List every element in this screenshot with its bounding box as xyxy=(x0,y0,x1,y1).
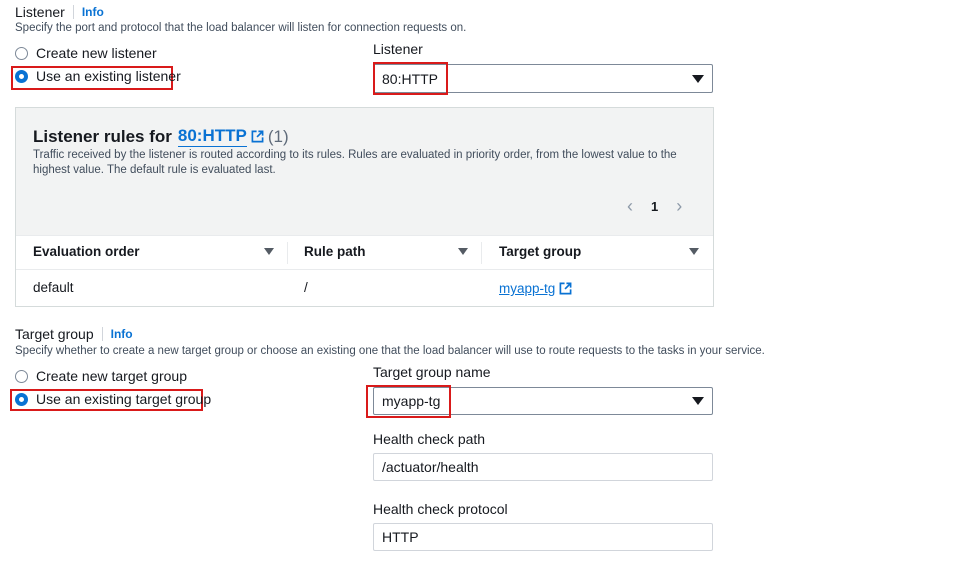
caret-down-icon xyxy=(692,74,704,83)
radio-use-existing-listener[interactable]: Use an existing listener xyxy=(15,68,181,84)
cell-evaluation-order: default xyxy=(33,280,74,295)
chevron-right-icon[interactable]: › xyxy=(676,196,682,217)
radio-create-new-listener[interactable]: Create new listener xyxy=(15,45,157,61)
column-divider xyxy=(481,242,482,264)
radio-checked-icon[interactable] xyxy=(15,392,28,406)
column-label: Evaluation order xyxy=(33,244,140,259)
radio-unchecked-icon[interactable] xyxy=(15,369,28,383)
column-label: Target group xyxy=(499,244,582,259)
listener-rules-description: Traffic received by the listener is rout… xyxy=(33,149,677,176)
cell-target-group-link[interactable]: myapp-tg xyxy=(499,281,572,296)
rules-count: (1) xyxy=(267,126,289,146)
listener-description: Specify the port and protocol that the l… xyxy=(15,22,467,34)
column-header-evaluation-order[interactable]: Evaluation order xyxy=(33,244,274,259)
page-number[interactable]: 1 xyxy=(651,199,658,214)
radio-label: Use an existing target group xyxy=(36,391,212,407)
radio-use-existing-target-group[interactable]: Use an existing target group xyxy=(15,391,211,407)
external-link-icon[interactable] xyxy=(559,282,572,295)
listener-info-link[interactable]: Info xyxy=(72,5,104,19)
listener-section-label: Listener xyxy=(15,4,65,20)
column-divider xyxy=(287,242,288,264)
health-check-protocol-label: Health check protocol xyxy=(373,501,508,517)
listener-rules-link[interactable]: 80:HTTP xyxy=(177,126,247,147)
radio-label: Create new target group xyxy=(36,368,187,384)
radio-unchecked-icon[interactable] xyxy=(15,46,28,60)
caret-down-icon xyxy=(692,397,704,405)
listener-select-label: Listener xyxy=(373,41,423,57)
pagination: ‹ 1 › xyxy=(627,196,682,217)
column-header-rule-path[interactable]: Rule path xyxy=(304,244,468,259)
target-group-name-label: Target group name xyxy=(373,364,491,380)
highlight-box xyxy=(366,385,451,418)
radio-label: Use an existing listener xyxy=(36,68,181,84)
column-header-target-group[interactable]: Target group xyxy=(499,244,699,259)
target-group-info-link[interactable]: Info xyxy=(101,327,133,341)
radio-label: Create new listener xyxy=(36,45,157,61)
target-group-description: Specify whether to create a new target g… xyxy=(15,345,765,357)
listener-header: Listener Info xyxy=(15,4,104,20)
external-link-icon[interactable] xyxy=(251,130,264,143)
target-group-link-text[interactable]: myapp-tg xyxy=(499,281,555,296)
cell-rule-path: / xyxy=(304,280,308,295)
sort-caret-icon[interactable] xyxy=(458,248,468,255)
health-check-path-label: Health check path xyxy=(373,431,486,447)
sort-caret-icon[interactable] xyxy=(264,248,274,255)
column-label: Rule path xyxy=(304,244,366,259)
listener-rules-title: Listener rules for 80:HTTP (1) xyxy=(33,126,289,147)
panel-title-prefix: Listener rules for xyxy=(33,126,172,146)
sort-caret-icon[interactable] xyxy=(689,248,699,255)
highlight-box xyxy=(373,62,448,95)
health-check-protocol-field[interactable]: HTTP xyxy=(373,523,713,551)
target-group-header: Target group Info xyxy=(15,326,133,342)
health-check-path-field[interactable]: /actuator/health xyxy=(373,453,713,481)
chevron-left-icon[interactable]: ‹ xyxy=(627,196,633,217)
radio-checked-icon[interactable] xyxy=(15,69,28,83)
table-header-divider xyxy=(16,269,713,270)
radio-create-new-target-group[interactable]: Create new target group xyxy=(15,368,187,384)
target-group-section-label: Target group xyxy=(15,326,94,342)
